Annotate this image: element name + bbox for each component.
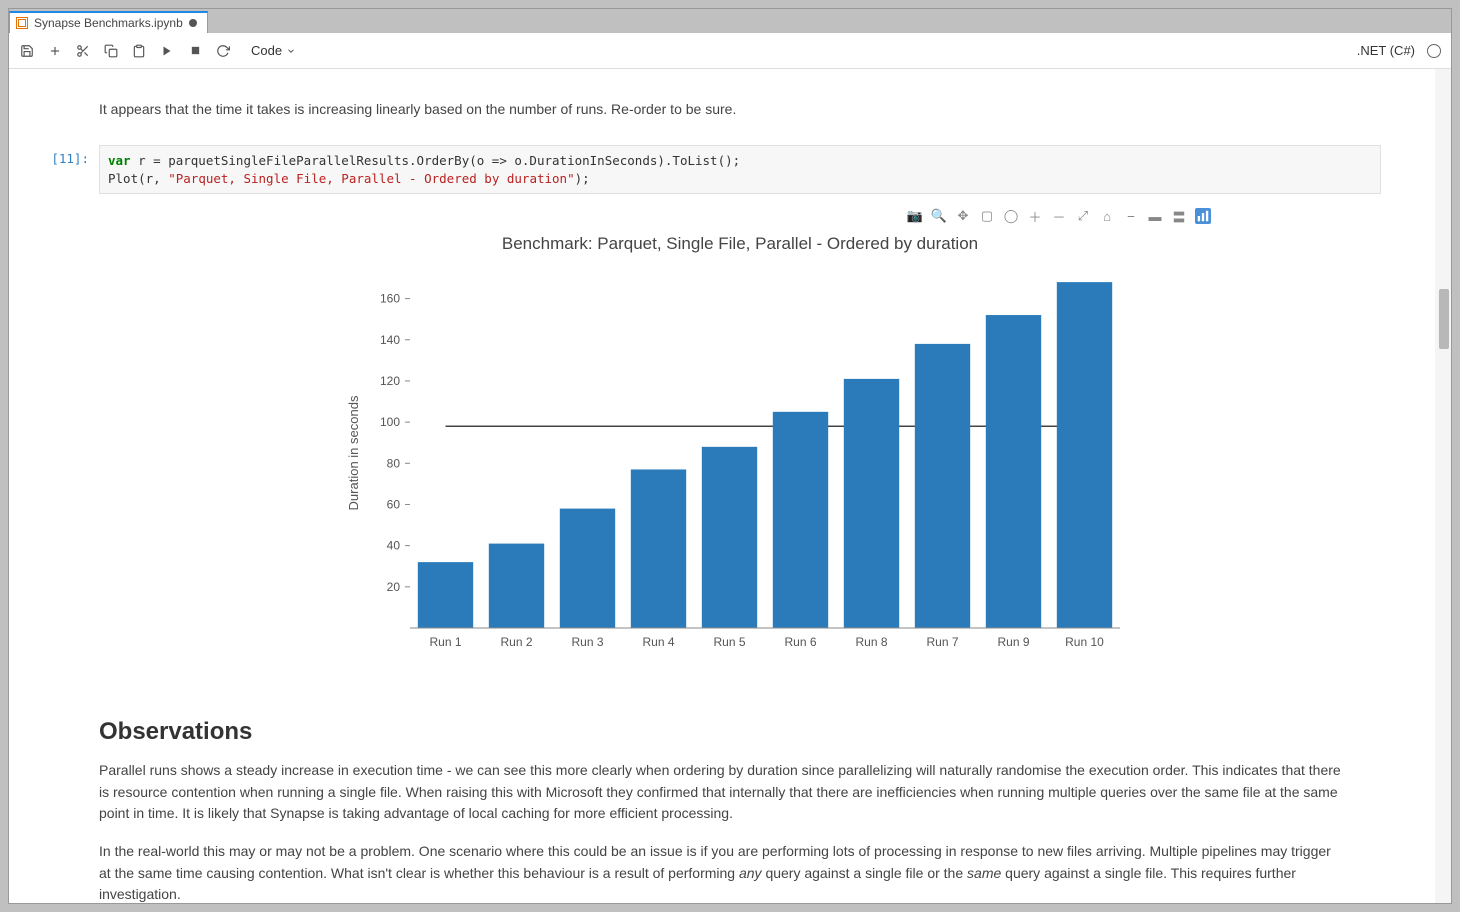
cell-type-label: Code <box>251 43 282 58</box>
cut-icon[interactable] <box>75 43 91 59</box>
svg-text:80: 80 <box>387 456 401 470</box>
svg-text:Duration in seconds: Duration in seconds <box>346 395 361 510</box>
cell-type-select[interactable]: Code <box>243 43 304 58</box>
notebook-icon <box>16 17 28 29</box>
stop-icon[interactable] <box>187 43 203 59</box>
zoom-icon[interactable]: 🔍 <box>931 208 947 224</box>
svg-text:100: 100 <box>380 415 400 429</box>
camera-icon[interactable]: 📷 <box>907 208 923 224</box>
pan-icon[interactable]: ✥ <box>955 208 971 224</box>
code-input[interactable]: var r = parquetSingleFileParallelResults… <box>99 145 1381 194</box>
unsaved-dot-icon <box>189 19 197 27</box>
svg-text:Run 10: Run 10 <box>1065 635 1104 649</box>
scrollbar[interactable] <box>1435 69 1451 903</box>
svg-text:Run 5: Run 5 <box>713 635 745 649</box>
svg-text:160: 160 <box>380 292 400 306</box>
tab-title: Synapse Benchmarks.ipynb <box>34 16 183 30</box>
markdown-cell[interactable]: It appears that the time it takes is inc… <box>99 99 1381 120</box>
observations-heading: Observations <box>99 718 1341 746</box>
zoom-out-icon[interactable]: － <box>1051 208 1067 224</box>
svg-text:Run 9: Run 9 <box>997 635 1029 649</box>
autoscale-icon[interactable]: ⤢ <box>1075 208 1091 224</box>
app-frame: Synapse Benchmarks.ipynb Code <box>8 8 1452 904</box>
svg-text:Run 6: Run 6 <box>784 635 816 649</box>
observations-p1: Parallel runs shows a steady increase in… <box>99 760 1341 825</box>
svg-text:Run 1: Run 1 <box>429 635 461 649</box>
hover-compare-icon[interactable]: 〓 <box>1171 208 1187 224</box>
chart: Benchmark: Parquet, Single File, Paralle… <box>310 234 1170 668</box>
kernel-status-icon[interactable] <box>1427 44 1441 58</box>
spike-icon[interactable]: ⎯ <box>1123 208 1139 224</box>
svg-text:140: 140 <box>380 333 400 347</box>
hover-closest-icon[interactable]: ▬ <box>1147 208 1163 224</box>
svg-text:Run 3: Run 3 <box>571 635 603 649</box>
svg-text:120: 120 <box>380 374 400 388</box>
chart-svg: 20 40 60 80 100 120 140 160 Run 1 Run 2 Run 3 Run 4… <box>340 268 1140 668</box>
cell-output: 📷 🔍 ✥ ▢ ◯ ＋ － ⤢ ⌂ ⎯ ▬ 〓 <box>99 202 1381 668</box>
svg-text:60: 60 <box>387 497 401 511</box>
notebook-tab[interactable]: Synapse Benchmarks.ipynb <box>9 11 208 33</box>
restart-icon[interactable] <box>215 43 231 59</box>
run-icon[interactable] <box>159 43 175 59</box>
tab-bar: Synapse Benchmarks.ipynb <box>9 9 1451 33</box>
lasso-icon[interactable]: ◯ <box>1003 208 1019 224</box>
svg-text:40: 40 <box>387 539 401 553</box>
plotly-toolbar: 📷 🔍 ✥ ▢ ◯ ＋ － ⤢ ⌂ ⎯ ▬ 〓 <box>99 202 1381 228</box>
svg-text:20: 20 <box>387 580 401 594</box>
zoom-in-icon[interactable]: ＋ <box>1027 208 1043 224</box>
home-icon[interactable]: ⌂ <box>1099 208 1115 224</box>
save-icon[interactable] <box>19 43 35 59</box>
svg-text:Run 8: Run 8 <box>855 635 887 649</box>
add-cell-icon[interactable] <box>47 43 63 59</box>
svg-text:Run 2: Run 2 <box>500 635 532 649</box>
notebook-toolbar: Code .NET (C#) <box>9 33 1451 69</box>
observations-p2: In the real-world this may or may not be… <box>99 841 1341 903</box>
chevron-down-icon <box>286 46 296 56</box>
scrollbar-thumb[interactable] <box>1439 289 1449 349</box>
cell-prompt: [11]: <box>29 145 99 194</box>
notebook-content: It appears that the time it takes is inc… <box>9 69 1451 903</box>
plotly-logo-icon[interactable] <box>1195 208 1211 224</box>
chart-title: Benchmark: Parquet, Single File, Paralle… <box>310 234 1170 254</box>
observations-section[interactable]: Observations Parallel runs shows a stead… <box>99 718 1381 903</box>
kernel-name[interactable]: .NET (C#) <box>1357 43 1415 58</box>
svg-text:Run 7: Run 7 <box>926 635 958 649</box>
svg-text:Run 4: Run 4 <box>642 635 674 649</box>
copy-icon[interactable] <box>103 43 119 59</box>
box-select-icon[interactable]: ▢ <box>979 208 995 224</box>
code-cell[interactable]: [11]: var r = parquetSingleFileParallelR… <box>29 145 1381 194</box>
paste-icon[interactable] <box>131 43 147 59</box>
markdown-text: It appears that the time it takes is inc… <box>99 101 736 117</box>
